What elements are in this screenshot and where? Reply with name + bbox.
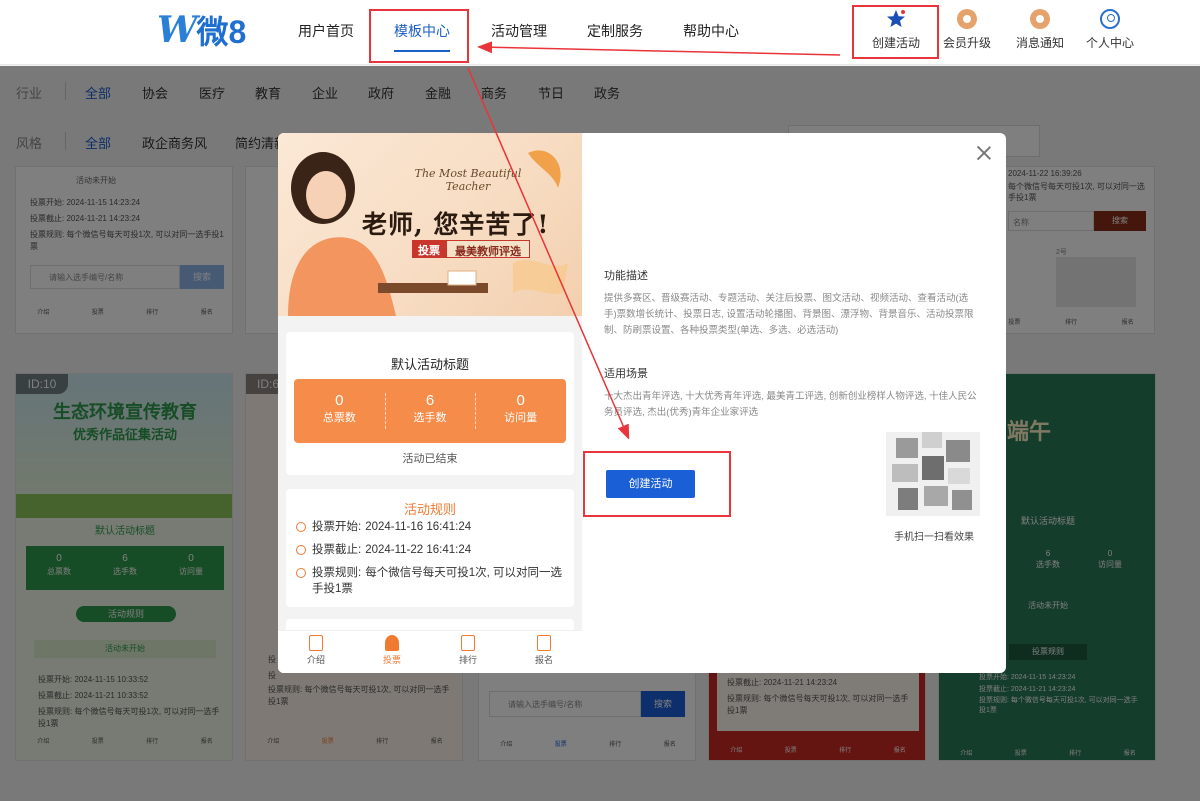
banner-subtitle: 投票 最美教师评选 xyxy=(412,240,530,258)
stat-contestants: 6 选手数 xyxy=(384,379,476,443)
preview-rules-card: 活动规则 投票开始: 2024-11-16 16:41:24 投票截止: 2024-… xyxy=(286,489,574,607)
signup-icon xyxy=(537,635,551,651)
stat-total-votes: 0 总票数 xyxy=(322,392,356,425)
preview-tab-intro[interactable]: 介绍 xyxy=(278,631,354,673)
template-preview: The Most Beautiful Teacher 老师, 您辛苦了! 投票 … xyxy=(278,133,582,673)
scene-heading: 适用场景 xyxy=(604,368,648,380)
nav-user-home[interactable]: 用户首页 xyxy=(298,0,354,62)
stat-visits: 0 访问量 xyxy=(475,379,566,443)
nav-custom-service[interactable]: 定制服务 xyxy=(587,0,643,62)
info-icon xyxy=(296,568,306,578)
notifications-button[interactable]: 消息通知 xyxy=(1005,8,1075,54)
nav-activity-manage[interactable]: 活动管理 xyxy=(491,0,547,62)
preview-tabbar: 介绍 投票 排行 报名 xyxy=(278,630,582,673)
preview-stats: 0 总票数 6 选手数 0 访问量 xyxy=(294,379,566,443)
highlight-create-top xyxy=(852,5,939,59)
banner-sub-text: 最美教师评选 xyxy=(446,240,530,258)
close-icon[interactable] xyxy=(976,145,992,161)
preview-activity-status: 活动已结束 xyxy=(402,453,458,465)
clock-icon xyxy=(296,522,306,532)
preview-tab-ranking[interactable]: 排行 xyxy=(430,631,506,673)
personal-center-label: 个人中心 xyxy=(1085,36,1134,50)
preview-tab-vote[interactable]: 投票 xyxy=(354,631,430,673)
user-icon xyxy=(1099,8,1121,30)
preview-rules-title: 活动规则 xyxy=(403,502,456,517)
qr-code xyxy=(886,432,980,516)
qr-caption: 手机扫一扫看效果 xyxy=(894,532,974,543)
medal-icon xyxy=(956,8,978,30)
preview-activity-title: 默认活动标题 xyxy=(390,357,469,372)
document-icon xyxy=(309,635,323,651)
banner-title: 老师, 您辛苦了! xyxy=(362,210,550,239)
feature-heading: 功能描述 xyxy=(604,270,648,282)
bar-chart-icon xyxy=(461,635,475,651)
preview-rule-end: 投票截止: 2024-11-22 16:41:24 xyxy=(296,542,566,558)
banner-tag: 投票 xyxy=(412,240,446,258)
preview-rule-start: 投票开始: 2024-11-16 16:41:24 xyxy=(296,519,566,535)
notifications-label: 消息通知 xyxy=(1015,36,1064,50)
preview-banner: The Most Beautiful Teacher 老师, 您辛苦了! 投票 … xyxy=(278,133,582,316)
person-icon xyxy=(385,635,399,651)
preview-stats-card: 默认活动标题 0 总票数 6 选手数 0 访问量 活动已结束 xyxy=(286,332,574,475)
member-upgrade-button[interactable]: 会员升级 xyxy=(932,8,1002,54)
preview-rule-limit: 投票规则: 每个微信号每天可投1次, 可以对同一选手投1票 xyxy=(296,565,566,597)
template-detail-modal: The Most Beautiful Teacher 老师, 您辛苦了! 投票 … xyxy=(278,133,1006,673)
nav-template-center[interactable]: 模板中心 xyxy=(394,0,450,62)
bell-icon xyxy=(1029,8,1051,30)
banner-en-title: The Most Beautiful Teacher xyxy=(414,167,522,193)
top-header: W 微8 用户首页 模板中心 活动管理 定制服务 帮助中心 创建活动 会员升级 … xyxy=(0,0,1200,65)
preview-tab-signup[interactable]: 报名 xyxy=(506,631,582,673)
template-info: 功能描述 提供多赛区、晋级赛活动、专题活动、关注后投票、图文活动、视频活动、查看… xyxy=(604,267,980,447)
logo-w-mark: W xyxy=(157,9,197,51)
member-upgrade-label: 会员升级 xyxy=(942,36,991,50)
nav-help-center[interactable]: 帮助中心 xyxy=(683,0,739,62)
feature-text: 提供多赛区、晋级赛活动、专题活动、关注后投票、图文活动、视频活动、查看活动(选手… xyxy=(604,293,974,336)
scene-text: 十大杰出青年评选, 十大优秀青年评选, 最美青工评选, 创新创业榜样人物评选, … xyxy=(604,391,977,418)
logo-text: 微8 xyxy=(196,14,247,50)
clock-icon xyxy=(296,545,306,555)
logo[interactable]: W 微8 xyxy=(157,9,247,51)
highlight-create-button xyxy=(583,451,731,517)
personal-center-button[interactable]: 个人中心 xyxy=(1075,8,1145,54)
